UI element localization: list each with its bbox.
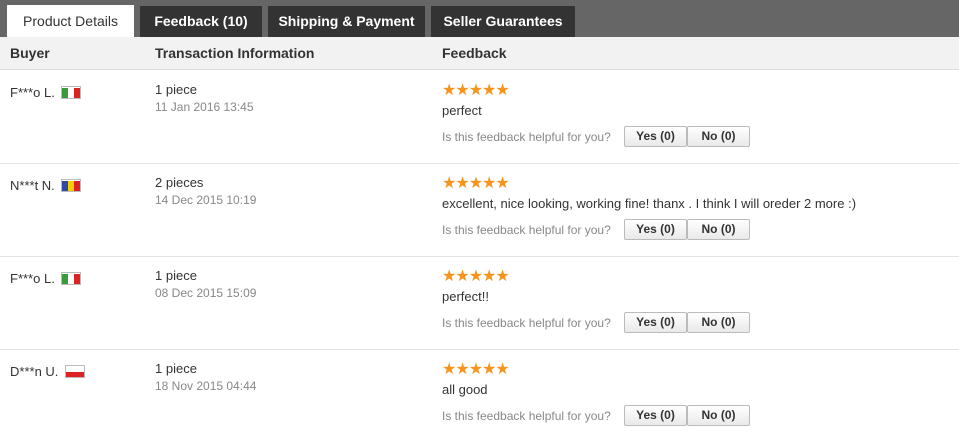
transaction-date: 11 Jan 2016 13:45 xyxy=(155,100,254,114)
header-feedback: Feedback xyxy=(442,45,507,61)
quantity: 1 piece xyxy=(155,361,197,376)
helpful-yes-button[interactable]: Yes (0) xyxy=(624,219,687,240)
poland-flag-icon xyxy=(65,365,86,378)
buyer-name: F***o L. xyxy=(10,271,55,286)
tab-bar: Product Details Feedback (10) Shipping &… xyxy=(0,0,959,37)
transaction-date: 18 Nov 2015 04:44 xyxy=(155,379,257,393)
feedback-row: F***o L. 1 piece 11 Jan 2016 13:45 ★★★★★… xyxy=(0,71,959,164)
transaction-date: 08 Dec 2015 15:09 xyxy=(155,286,257,300)
helpful-no-button[interactable]: No (0) xyxy=(687,405,750,426)
helpful-question: Is this feedback helpful for you? xyxy=(442,316,611,330)
feedback-text: excellent, nice looking, working fine! t… xyxy=(442,196,857,211)
helpful-question: Is this feedback helpful for you? xyxy=(442,223,611,237)
helpful-no-button[interactable]: No (0) xyxy=(687,219,750,240)
tab-feedback[interactable]: Feedback (10) xyxy=(140,6,262,37)
helpful-yes-button[interactable]: Yes (0) xyxy=(624,312,687,333)
feedback-row: N***t N. 2 pieces 14 Dec 2015 10:19 ★★★★… xyxy=(0,164,959,257)
quantity: 1 piece xyxy=(155,268,197,283)
buyer-name: D***n U. xyxy=(10,364,59,379)
tab-shipping-payment[interactable]: Shipping & Payment xyxy=(268,6,425,37)
star-rating: ★★★★★ xyxy=(442,82,510,99)
feedback-text: perfect xyxy=(442,103,482,118)
feedback-text: perfect!! xyxy=(442,289,489,304)
helpful-question: Is this feedback helpful for you? xyxy=(442,409,611,423)
feedback-row: D***n U. 1 piece 18 Nov 2015 04:44 ★★★★★… xyxy=(0,350,959,443)
header-buyer: Buyer xyxy=(10,45,50,61)
helpful-no-button[interactable]: No (0) xyxy=(687,126,750,147)
buyer-cell: F***o L. xyxy=(10,85,82,100)
italy-flag-icon xyxy=(61,86,82,99)
buyer-cell: N***t N. xyxy=(10,178,82,193)
helpful-no-button[interactable]: No (0) xyxy=(687,312,750,333)
star-rating: ★★★★★ xyxy=(442,268,510,285)
buyer-cell: F***o L. xyxy=(10,271,82,286)
romania-flag-icon xyxy=(61,179,82,192)
buyer-name: N***t N. xyxy=(10,178,55,193)
star-rating: ★★★★★ xyxy=(442,361,510,378)
header-transaction: Transaction Information xyxy=(155,45,315,61)
feedback-text: all good xyxy=(442,382,488,397)
buyer-cell: D***n U. xyxy=(10,364,86,379)
tab-product-details[interactable]: Product Details xyxy=(7,5,134,37)
buyer-name: F***o L. xyxy=(10,85,55,100)
quantity: 1 piece xyxy=(155,82,197,97)
tab-seller-guarantees[interactable]: Seller Guarantees xyxy=(431,6,575,37)
helpful-yes-button[interactable]: Yes (0) xyxy=(624,405,687,426)
helpful-yes-button[interactable]: Yes (0) xyxy=(624,126,687,147)
star-rating: ★★★★★ xyxy=(442,175,510,192)
italy-flag-icon xyxy=(61,272,82,285)
transaction-date: 14 Dec 2015 10:19 xyxy=(155,193,257,207)
helpful-question: Is this feedback helpful for you? xyxy=(442,130,611,144)
quantity: 2 pieces xyxy=(155,175,204,190)
feedback-row: F***o L. 1 piece 08 Dec 2015 15:09 ★★★★★… xyxy=(0,257,959,350)
feedback-table-header: Buyer Transaction Information Feedback xyxy=(0,37,959,70)
